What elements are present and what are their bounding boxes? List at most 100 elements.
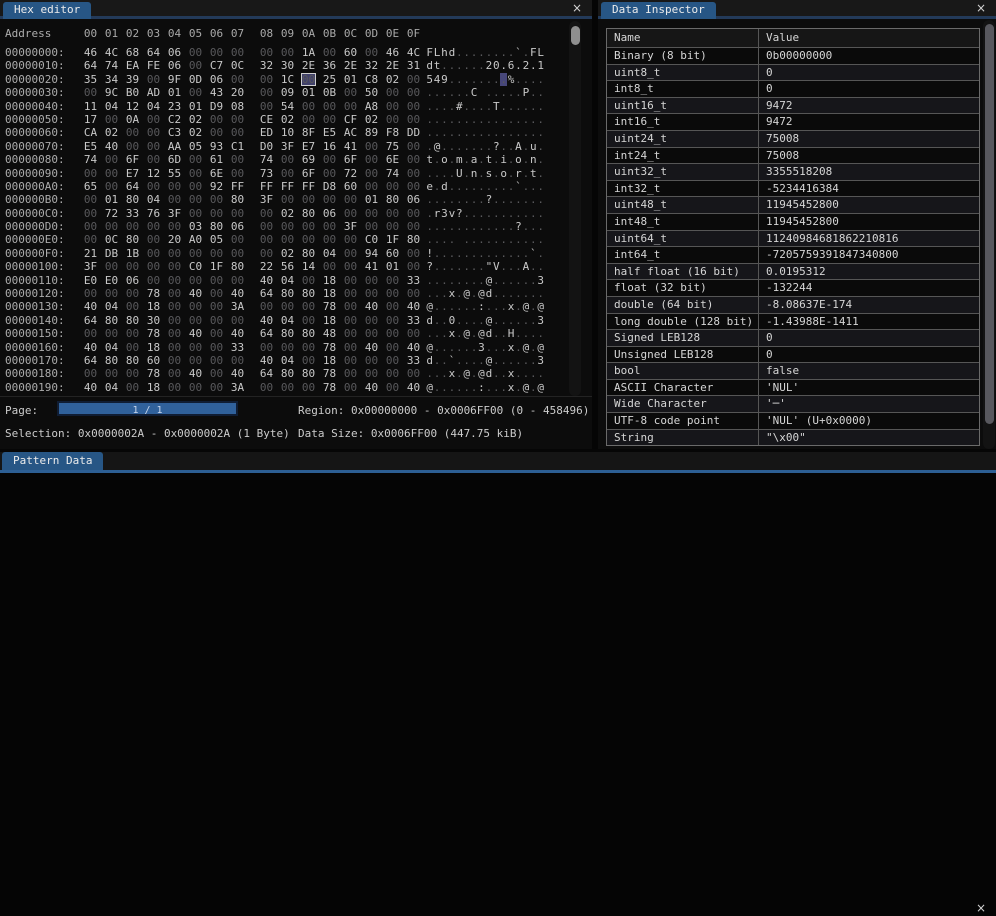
ascii-cell[interactable] — [478, 86, 485, 99]
ascii-cell[interactable]: . — [530, 180, 537, 193]
ascii-cell[interactable]: d — [448, 46, 456, 59]
ascii-cell[interactable]: . — [441, 167, 448, 180]
inspector-scrollbar-thumb[interactable] — [984, 24, 994, 424]
hex-byte[interactable]: 02 — [188, 126, 203, 139]
ascii-cell[interactable]: m — [456, 153, 463, 166]
ascii-cell[interactable]: . — [463, 341, 470, 354]
ascii-cell[interactable]: . — [433, 86, 441, 99]
hex-byte[interactable]: 80 — [406, 233, 421, 246]
ascii-cell[interactable]: . — [500, 180, 507, 193]
ascii-cell[interactable]: . — [500, 46, 507, 59]
ascii-cell[interactable]: . — [500, 287, 507, 300]
ascii-cell[interactable]: . — [515, 207, 522, 220]
ascii-cell[interactable]: . — [507, 260, 515, 273]
ascii-cell[interactable]: . — [537, 327, 544, 340]
hex-byte[interactable]: 3F — [167, 207, 182, 220]
inspector-row[interactable]: uint8_t 0 — [607, 63, 979, 81]
ascii-cell[interactable]: . — [433, 260, 441, 273]
inspector-row[interactable]: UTF-8 code point 'NUL' (U+0x0000) — [607, 412, 979, 429]
hex-byte[interactable]: C2 — [167, 113, 182, 126]
ascii-cell[interactable]: . — [530, 341, 537, 354]
hex-byte[interactable]: 3A — [230, 300, 245, 313]
hex-byte[interactable]: 00 — [301, 100, 316, 113]
hex-byte[interactable]: 00 — [322, 167, 337, 180]
inspector-row[interactable]: int24_t 75008 — [607, 146, 979, 164]
hex-byte[interactable]: 00 — [209, 314, 224, 327]
inspector-row[interactable]: int64_t -7205759391847340800 — [607, 246, 979, 263]
ascii-cell[interactable]: . — [426, 233, 433, 246]
hex-byte[interactable]: 00 — [280, 153, 295, 166]
ascii-cell[interactable]: 1 — [537, 59, 544, 72]
hex-byte[interactable]: 00 — [167, 327, 182, 340]
ascii-cell[interactable]: . — [493, 341, 500, 354]
hex-byte[interactable]: 40 — [104, 140, 119, 153]
ascii-cell[interactable]: . — [441, 247, 448, 260]
ascii-cell[interactable]: x — [507, 381, 515, 394]
hex-byte[interactable]: 00 — [406, 207, 421, 220]
ascii-cell[interactable]: F — [426, 46, 433, 59]
ascii-cell[interactable]: . — [456, 59, 463, 72]
hex-byte[interactable]: 00 — [322, 193, 337, 206]
ascii-cell[interactable]: A — [515, 140, 522, 153]
hex-byte[interactable]: 00 — [343, 233, 358, 246]
ascii-cell[interactable]: ? — [515, 220, 522, 233]
hex-byte[interactable]: 00 — [364, 140, 379, 153]
ascii-cell[interactable]: . — [448, 300, 456, 313]
hex-byte[interactable]: 18 — [322, 314, 337, 327]
ascii-cell[interactable]: . — [493, 274, 500, 287]
hex-byte[interactable]: 3F — [259, 193, 274, 206]
ascii-cell[interactable]: ? — [426, 260, 433, 273]
ascii-cell[interactable]: . — [530, 327, 537, 340]
ascii-cell[interactable]: . — [522, 327, 530, 340]
hex-byte[interactable]: 0B — [322, 86, 337, 99]
hex-byte[interactable]: 00 — [104, 260, 119, 273]
ascii-cell[interactable]: . — [456, 113, 463, 126]
ascii-cell[interactable]: 3 — [441, 207, 448, 220]
ascii-cell[interactable]: . — [522, 153, 530, 166]
ascii-cell[interactable]: . — [426, 207, 433, 220]
hex-byte[interactable]: 00 — [146, 260, 161, 273]
ascii-cell[interactable]: . — [515, 113, 522, 126]
ascii-cell[interactable]: . — [456, 287, 463, 300]
ascii-cell[interactable]: d — [426, 314, 433, 327]
ascii-cell[interactable]: . — [441, 233, 448, 246]
ascii-cell[interactable]: % — [507, 73, 515, 86]
ascii-cell[interactable]: . — [530, 300, 537, 313]
ascii-cell[interactable]: s — [485, 167, 493, 180]
ascii-cell[interactable]: . — [530, 220, 537, 233]
hex-byte[interactable]: 00 — [343, 300, 358, 313]
ascii-cell[interactable]: . — [515, 260, 522, 273]
hex-byte[interactable]: 00 — [406, 100, 421, 113]
inspector-row[interactable]: int16_t 9472 — [607, 113, 979, 130]
ascii-cell[interactable]: . — [485, 126, 493, 139]
ascii-cell[interactable]: n — [470, 167, 478, 180]
hex-byte[interactable]: 01 — [364, 193, 379, 206]
hex-byte[interactable]: 00 — [125, 260, 140, 273]
hex-byte[interactable]: 16 — [322, 140, 337, 153]
ascii-cell[interactable]: . — [478, 220, 485, 233]
ascii-cell[interactable]: . — [441, 274, 448, 287]
hex-byte[interactable]: 60 — [343, 180, 358, 193]
ascii-cell[interactable]: . — [441, 300, 448, 313]
hex-byte[interactable]: 46 — [83, 46, 98, 59]
ascii-cell[interactable]: . — [448, 113, 456, 126]
ascii-cell[interactable]: . — [470, 274, 478, 287]
hex-byte[interactable]: 33 — [125, 207, 140, 220]
hex-byte[interactable]: 01 — [104, 193, 119, 206]
ascii-cell[interactable]: . — [478, 193, 485, 206]
hex-byte[interactable]: 33 — [406, 314, 421, 327]
hex-byte[interactable]: 69 — [301, 153, 316, 166]
ascii-cell[interactable]: . — [441, 381, 448, 394]
hex-byte[interactable]: 00 — [343, 287, 358, 300]
ascii-cell[interactable]: . — [441, 126, 448, 139]
ascii-cell[interactable]: . — [500, 300, 507, 313]
ascii-cell[interactable]: . — [448, 220, 456, 233]
hex-byte[interactable]: 80 — [301, 287, 316, 300]
ascii-cell[interactable]: . — [537, 180, 544, 193]
hex-byte[interactable]: 00 — [406, 327, 421, 340]
hex-byte[interactable]: 50 — [364, 86, 379, 99]
hex-byte[interactable]: F8 — [385, 126, 400, 139]
ascii-cell[interactable]: . — [433, 287, 441, 300]
hex-byte[interactable]: 00 — [280, 193, 295, 206]
ascii-cell[interactable]: . — [448, 341, 456, 354]
